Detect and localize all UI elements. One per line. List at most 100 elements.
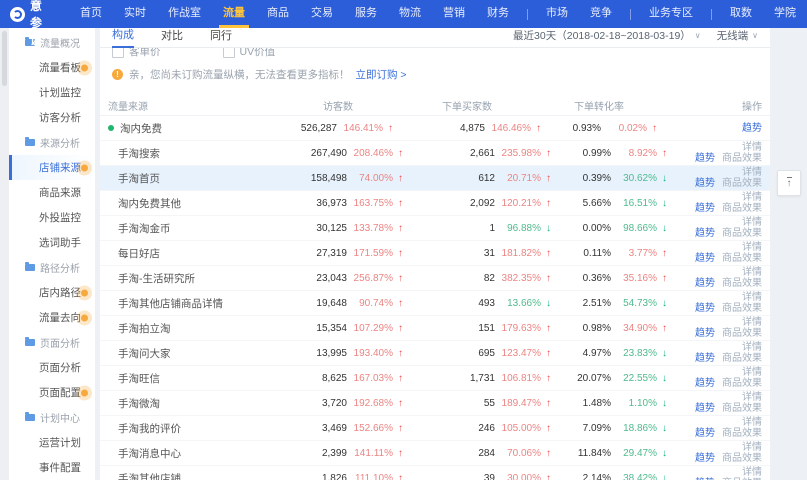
nav-item-3[interactable]: 流量 xyxy=(212,0,256,28)
sidebar-item-计划监控[interactable]: 计划监控 xyxy=(9,80,95,105)
nav-item-4[interactable]: 商品 xyxy=(256,0,300,28)
nav-item-12[interactable]: 业务专区 xyxy=(638,0,704,28)
sidebar-item-访客分析[interactable]: 访客分析 xyxy=(9,105,95,130)
nav-item-14[interactable]: 学院 xyxy=(763,0,807,28)
date-range-selector[interactable]: 最近30天（2018-02-18~2018-03-19） ∨ xyxy=(513,28,701,43)
nav-item-6[interactable]: 服务 xyxy=(344,0,388,28)
source-name-cell: 手淘我的评价 xyxy=(108,421,293,436)
sidebar-item-外投监控[interactable]: 外投监控 xyxy=(9,205,95,230)
nav-item-8[interactable]: 营销 xyxy=(432,0,476,28)
item-effect-link[interactable]: 商品效果 xyxy=(722,378,762,389)
trend-link[interactable]: 趋势 xyxy=(695,303,715,314)
detail-link[interactable]: 详情 xyxy=(742,442,762,453)
up-arrow-icon: ↑ xyxy=(541,273,551,284)
trend-link[interactable]: 趋势 xyxy=(695,428,715,439)
up-arrow-icon: ↑ xyxy=(393,473,403,480)
detail-link[interactable]: 详情 xyxy=(742,292,762,303)
nav-item-2[interactable]: 作战室 xyxy=(157,0,212,28)
trend-link[interactable]: 趋势 xyxy=(695,378,715,389)
detail-link[interactable]: 详情 xyxy=(742,342,762,353)
subscribe-link[interactable]: 立即订购 > xyxy=(356,67,407,82)
sidebar-item-商品来源[interactable]: 商品来源 xyxy=(9,180,95,205)
detail-link[interactable]: 详情 xyxy=(742,317,762,328)
item-effect-link[interactable]: 商品效果 xyxy=(722,353,762,364)
trend-link[interactable]: 趋势 xyxy=(742,123,762,134)
item-effect-link[interactable]: 商品效果 xyxy=(722,428,762,439)
trend-link[interactable]: 趋势 xyxy=(695,178,715,189)
source-name: 手淘首页 xyxy=(118,171,160,186)
item-effect-link[interactable]: 商品效果 xyxy=(722,153,762,164)
trend-link[interactable]: 趋势 xyxy=(695,453,715,464)
item-effect-link[interactable]: 商品效果 xyxy=(722,303,762,314)
nav-item-10[interactable]: 市场 xyxy=(535,0,579,28)
trend-link[interactable]: 趋势 xyxy=(695,228,715,239)
trend-link[interactable]: 趋势 xyxy=(695,403,715,414)
trend-link[interactable]: 趋势 xyxy=(695,253,715,264)
detail-link[interactable]: 详情 xyxy=(742,142,762,153)
nav-item-13[interactable]: 取数 xyxy=(719,0,763,28)
tab-同行[interactable]: 同行 xyxy=(210,28,232,47)
visitors-cell: 8,625167.03%↑ xyxy=(293,373,403,384)
item-effect-link[interactable]: 商品效果 xyxy=(722,228,762,239)
metric-checkbox-0[interactable]: 客单价 xyxy=(112,48,161,59)
sidebar-item-事件配置[interactable]: 事件配置 xyxy=(9,455,95,480)
traffic-source-table: 流量来源 访客数 下单买家数 下单转化率 操作 淘内免费526,287146.4… xyxy=(100,95,770,480)
sidebar-item-流量去向[interactable]: 流量去向 xyxy=(9,305,95,330)
nav-item-1[interactable]: 实时 xyxy=(113,0,157,28)
metric-value: 0.11% xyxy=(583,248,611,259)
trend-link[interactable]: 趋势 xyxy=(695,153,715,164)
tab-构成[interactable]: 构成 xyxy=(112,28,134,48)
nav-item-9[interactable]: 财务 xyxy=(476,0,520,28)
item-effect-link[interactable]: 商品效果 xyxy=(722,453,762,464)
item-effect-link[interactable]: 商品效果 xyxy=(722,328,762,339)
trend-link[interactable]: 趋势 xyxy=(695,353,715,364)
item-effect-link[interactable]: 商品效果 xyxy=(722,403,762,414)
item-effect-link[interactable]: 商品效果 xyxy=(722,178,762,189)
app-logo[interactable]: 生意参谋 xyxy=(10,0,45,48)
sidebar-item-label: 商品来源 xyxy=(39,185,81,200)
detail-link[interactable]: 详情 xyxy=(742,367,762,378)
sidebar-item-店内路径[interactable]: 店内路径 xyxy=(9,280,95,305)
actions-line: 趋势商品效果 xyxy=(695,403,762,414)
item-effect-link[interactable]: 商品效果 xyxy=(722,203,762,214)
actions-line: 趋势 xyxy=(742,123,762,134)
detail-link[interactable]: 详情 xyxy=(742,267,762,278)
nav-item-11[interactable]: 竞争 xyxy=(579,0,623,28)
detail-link[interactable]: 详情 xyxy=(742,417,762,428)
trend-link[interactable]: 趋势 xyxy=(695,278,715,289)
item-effect-link[interactable]: 商品效果 xyxy=(722,253,762,264)
conversion-cell: 0.00%98.66%↓ xyxy=(551,223,667,234)
detail-link[interactable]: 详情 xyxy=(742,467,762,478)
sidebar-item-选词助手[interactable]: 选词助手 xyxy=(9,230,95,255)
down-arrow-icon: ↓ xyxy=(657,198,667,209)
sidebar-item-页面分析[interactable]: 页面分析 xyxy=(9,355,95,380)
back-to-top-button[interactable]: ↑ xyxy=(777,170,801,196)
detail-link[interactable]: 详情 xyxy=(742,192,762,203)
up-arrow-icon: ↑ xyxy=(541,398,551,409)
nav-item-7[interactable]: 物流 xyxy=(388,0,432,28)
trend-link[interactable]: 趋势 xyxy=(695,328,715,339)
sidebar-item-label: 计划监控 xyxy=(39,85,81,100)
sidebar-item-店铺来源[interactable]: 店铺来源 xyxy=(9,155,95,180)
logo-icon xyxy=(10,7,25,22)
sidebar-scrollbar-thumb[interactable] xyxy=(2,31,7,86)
terminal-selector[interactable]: 无线端 ∨ xyxy=(717,28,758,43)
detail-link[interactable]: 详情 xyxy=(742,392,762,403)
up-arrow-icon: ↑ xyxy=(541,373,551,384)
nav-item-0[interactable]: 首页 xyxy=(69,0,113,28)
sidebar-item-流量看板[interactable]: 流量看板 xyxy=(9,55,95,80)
actions-line: 趋势商品效果 xyxy=(695,203,762,214)
nav-item-5[interactable]: 交易 xyxy=(300,0,344,28)
tab-对比[interactable]: 对比 xyxy=(161,28,183,47)
metric-value: 526,287 xyxy=(301,123,337,134)
sidebar-item-运营计划[interactable]: 运营计划 xyxy=(9,430,95,455)
detail-link[interactable]: 详情 xyxy=(742,217,762,228)
metric-checkbox-1[interactable]: UV价值 xyxy=(223,48,276,59)
trend-link[interactable]: 趋势 xyxy=(695,203,715,214)
detail-link[interactable]: 详情 xyxy=(742,242,762,253)
folder-icon xyxy=(25,264,35,271)
buyers-cell: 2,092120.21%↑ xyxy=(403,198,551,209)
sidebar-item-页面配置[interactable]: 页面配置 xyxy=(9,380,95,405)
detail-link[interactable]: 详情 xyxy=(742,167,762,178)
item-effect-link[interactable]: 商品效果 xyxy=(722,278,762,289)
